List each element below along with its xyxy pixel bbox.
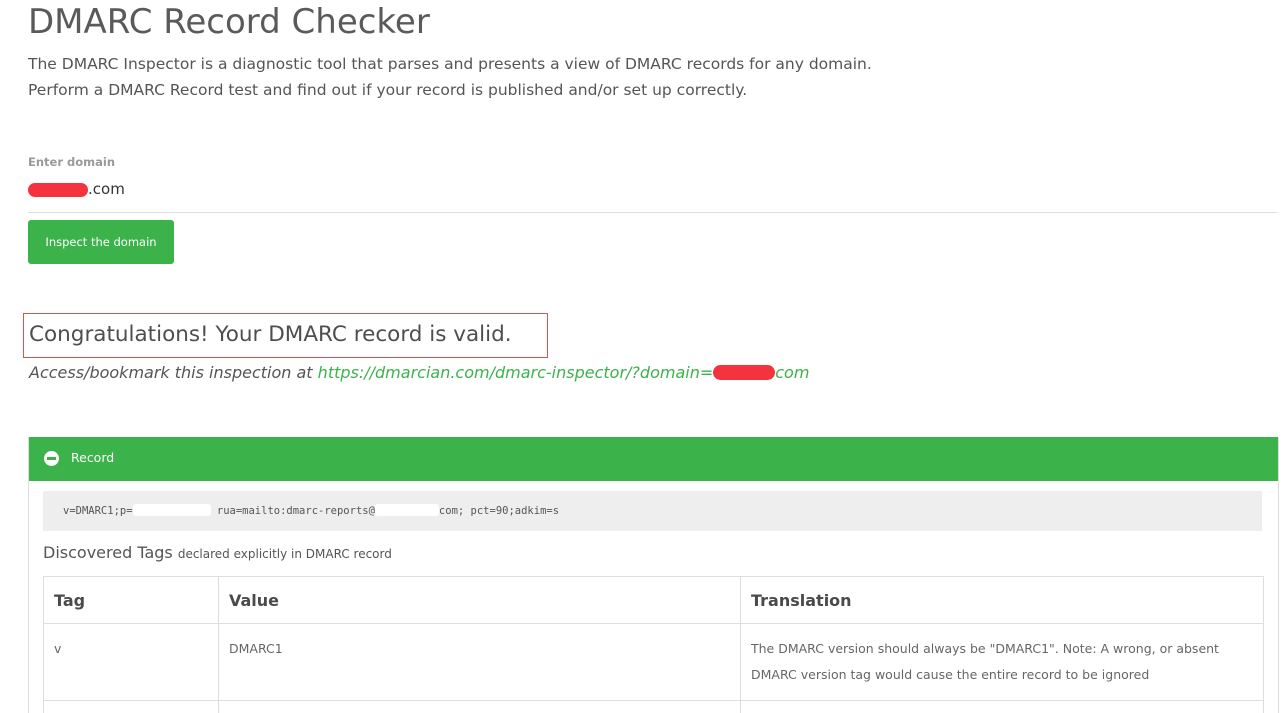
redaction-mark [132,504,211,516]
record-part-3: com; pct=90;adkim=s [438,505,560,517]
record-panel: Record v=DMARC1;p= rua=mailto:dmarc-repo… [28,437,1279,713]
record-text: v=DMARC1;p= rua=mailto:dmarc-reports@ com… [63,504,559,517]
minus-circle-icon[interactable] [44,451,59,466]
column-header-value: Value [218,576,741,624]
bookmark-link[interactable]: https://dmarcian.com/dmarc-inspector/?do… [318,363,810,382]
bookmark-prefix: Access/bookmark this inspection at [29,363,318,382]
redaction-mark [713,365,776,380]
domain-field-label: Enter domain [28,155,116,169]
record-panel-header[interactable]: Record [29,437,1278,481]
description-line-1: The DMARC Inspector is a diagnostic tool… [28,55,872,73]
record-text-box: v=DMARC1;p= rua=mailto:dmarc-reports@ com… [43,491,1262,531]
column-header-translation: Translation [740,576,1264,624]
value-cell [218,700,741,713]
inspect-domain-button[interactable]: Inspect the domain [28,220,174,264]
redaction-mark [374,504,439,516]
bookmark-link-suffix: com [775,363,810,382]
page: DMARC Record Checker The DMARC Inspector… [0,0,1282,713]
discovered-title: Discovered Tags [43,543,173,562]
tags-table: Tag Value Translation v DMARC1 The DMARC… [43,576,1264,713]
page-title: DMARC Record Checker [28,2,430,42]
domain-input[interactable] [28,176,1277,213]
table-header-row: Tag Value Translation [43,576,1264,624]
translation-cell [740,700,1264,713]
description-line-2: Perform a DMARC Record test and find out… [28,81,748,99]
tag-cell [43,700,219,713]
record-part-1: v=DMARC1;p= [63,505,133,517]
discovered-tags-heading: Discovered Tags declared explicitly in D… [43,543,392,562]
translation-cell: The DMARC version should always be "DMAR… [740,623,1264,701]
discovered-subtitle: declared explicitly in DMARC record [177,547,392,561]
table-row [43,700,1264,713]
tag-cell: v [43,623,219,701]
record-panel-title: Record [71,450,115,465]
column-header-tag: Tag [43,576,219,624]
record-part-2: rua=mailto:dmarc-reports@ [216,505,375,517]
bookmark-link-text: https://dmarcian.com/dmarc-inspector/?do… [317,363,714,382]
value-cell: DMARC1 [218,623,741,701]
bookmark-line: Access/bookmark this inspection at https… [29,363,809,382]
result-message: Congratulations! Your DMARC record is va… [29,322,512,347]
table-row: v DMARC1 The DMARC version should always… [43,623,1264,701]
